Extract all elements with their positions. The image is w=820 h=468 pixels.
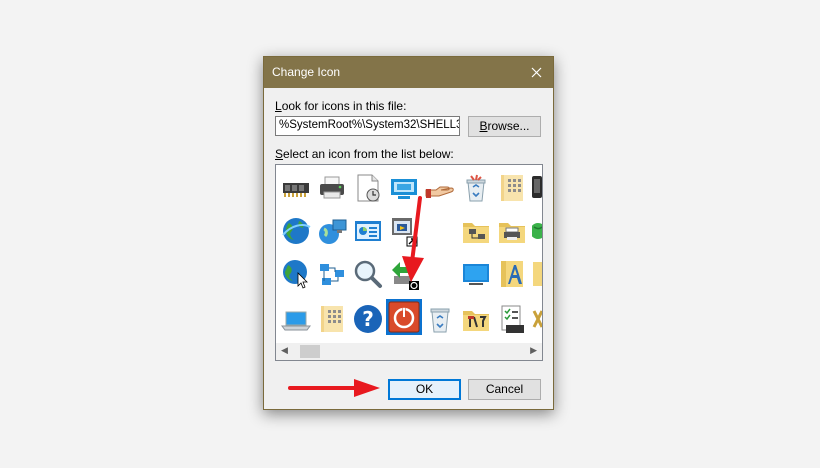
svg-text:?: ? xyxy=(362,307,374,331)
monitor-screen-icon[interactable] xyxy=(386,170,422,206)
globe-cursor-icon[interactable] xyxy=(278,256,314,292)
tools-icon[interactable] xyxy=(530,301,542,337)
font-folder-icon[interactable] xyxy=(494,256,530,292)
icon-grid: ? xyxy=(276,165,542,342)
folder-grid-icon[interactable] xyxy=(494,170,530,206)
search-icon[interactable] xyxy=(350,256,386,292)
horizontal-scrollbar[interactable]: ◀ ▶ xyxy=(276,343,542,360)
help-icon[interactable]: ? xyxy=(350,301,386,337)
printer-icon[interactable] xyxy=(314,170,350,206)
dialog-title: Change Icon xyxy=(272,65,341,79)
title-bar[interactable]: Change Icon xyxy=(264,57,553,88)
phone-icon[interactable] xyxy=(530,170,542,206)
folder-tools-icon[interactable] xyxy=(458,301,494,337)
folder-network-icon[interactable] xyxy=(458,213,494,249)
sharing-hand-icon[interactable] xyxy=(422,170,458,206)
document-clock-icon[interactable] xyxy=(350,170,386,206)
close-button[interactable] xyxy=(519,57,553,88)
file-label: Look for icons in this file: xyxy=(275,99,407,113)
folder-printer-icon[interactable] xyxy=(494,213,530,249)
green-globe-icon[interactable] xyxy=(530,213,542,249)
window-shortcut-icon[interactable] xyxy=(386,213,422,249)
checklist-icon[interactable] xyxy=(494,301,530,337)
scroll-right-icon[interactable]: ▶ xyxy=(530,345,537,356)
recycle-bin-full-icon[interactable] xyxy=(458,170,494,206)
scrollbar-thumb[interactable] xyxy=(300,345,320,358)
scroll-left-icon[interactable]: ◀ xyxy=(281,345,288,356)
browse-button[interactable]: Browse... xyxy=(468,116,541,137)
file-path-input[interactable]: %SystemRoot%\System32\SHELL32.dll xyxy=(275,116,460,136)
memory-chip-icon[interactable] xyxy=(278,170,314,206)
yellow-folder-icon[interactable] xyxy=(530,256,542,292)
cancel-button[interactable]: Cancel xyxy=(468,379,541,400)
icon-list-label: Select an icon from the list below: xyxy=(275,147,454,161)
laptop-icon[interactable] xyxy=(278,301,314,337)
close-icon xyxy=(531,67,541,78)
folder-grid-icon[interactable] xyxy=(314,301,350,337)
ok-button[interactable]: OK xyxy=(388,379,461,400)
power-icon[interactable] xyxy=(386,299,422,335)
globe-icon[interactable] xyxy=(278,213,314,249)
change-icon-dialog: Change Icon Look for icons in this file:… xyxy=(263,56,554,410)
recycle-bin-empty-icon[interactable] xyxy=(422,301,458,337)
blue-monitor-icon[interactable] xyxy=(458,256,494,292)
icon-list[interactable]: ? ◀ ▶ xyxy=(275,164,543,361)
green-arrow-drive-icon[interactable] xyxy=(386,256,422,292)
network-icon[interactable] xyxy=(314,256,350,292)
control-panel-icon[interactable] xyxy=(350,213,386,249)
network-computer-icon[interactable] xyxy=(314,213,350,249)
